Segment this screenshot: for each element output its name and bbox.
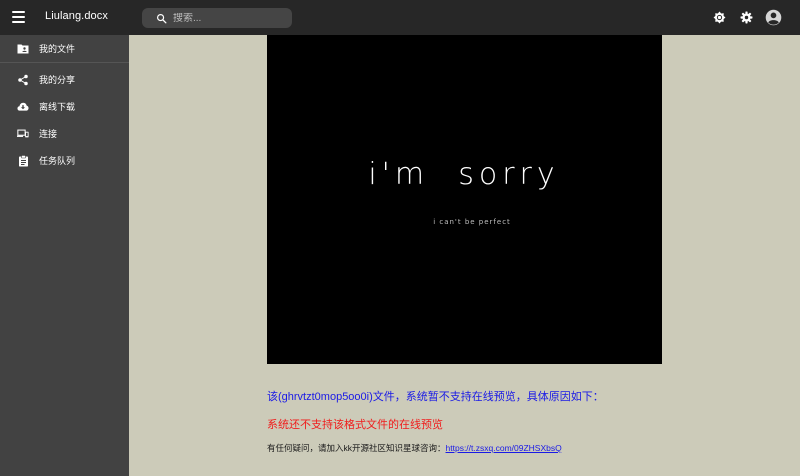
sidebar-item-label: 连接 [39,129,58,139]
app-bar: Liulang.docx [0,0,800,35]
search-box[interactable] [142,8,292,28]
search-icon [157,13,167,23]
cloud-download-icon [17,101,29,113]
sidebar-item-offline-download[interactable]: 离线下载 [0,93,129,120]
sidebar-item-label: 任务队列 [39,156,76,166]
sidebar-item-my-files[interactable]: 我的文件 [0,35,129,62]
help-link[interactable]: https://t.zsxq.com/09ZHSXbsQ [446,443,562,453]
sidebar: 我的文件 我的分享 离线下载 连接 任务队列 [0,35,129,476]
help-text: 有任何疑问，请加入kk开源社区知识星球咨询： [267,443,446,453]
main-content: i'm sorry i can't be perfect 该(ghrvtzt0m… [129,35,800,476]
sidebar-item-my-shares[interactable]: 我的分享 [0,66,129,93]
sidebar-item-connections[interactable]: 连接 [0,120,129,147]
folder-user-icon [17,43,29,55]
clipboard-icon [17,154,29,167]
help-line: 有任何疑问，请加入kk开源社区知识星球咨询：https://t.zsxq.com… [267,442,562,454]
brightness-icon[interactable] [710,8,728,26]
preview-subline: i can't be perfect [433,218,511,226]
sidebar-item-label: 我的文件 [39,44,76,54]
sidebar-item-label: 离线下载 [39,102,76,112]
unsupported-preview-message: 该(ghrvtzt0mop5oo0i)文件，系统暂不支持在线预览，具体原因如下： [267,391,604,403]
account-avatar-icon[interactable] [764,8,782,26]
search-input[interactable] [173,12,283,24]
divider [0,62,129,63]
file-preview-image: i'm sorry i can't be perfect [267,35,662,364]
settings-gear-icon[interactable] [737,8,755,26]
sidebar-item-task-queue[interactable]: 任务队列 [0,147,129,174]
sidebar-item-label: 我的分享 [39,75,76,85]
menu-icon[interactable] [12,9,28,25]
preview-headline: i'm sorry [368,157,559,192]
share-icon [17,74,29,86]
unsupported-reason: 系统还不支持该格式文件的在线预览 [267,419,443,431]
document-title: Liulang.docx [45,10,108,22]
devices-icon [17,128,29,140]
